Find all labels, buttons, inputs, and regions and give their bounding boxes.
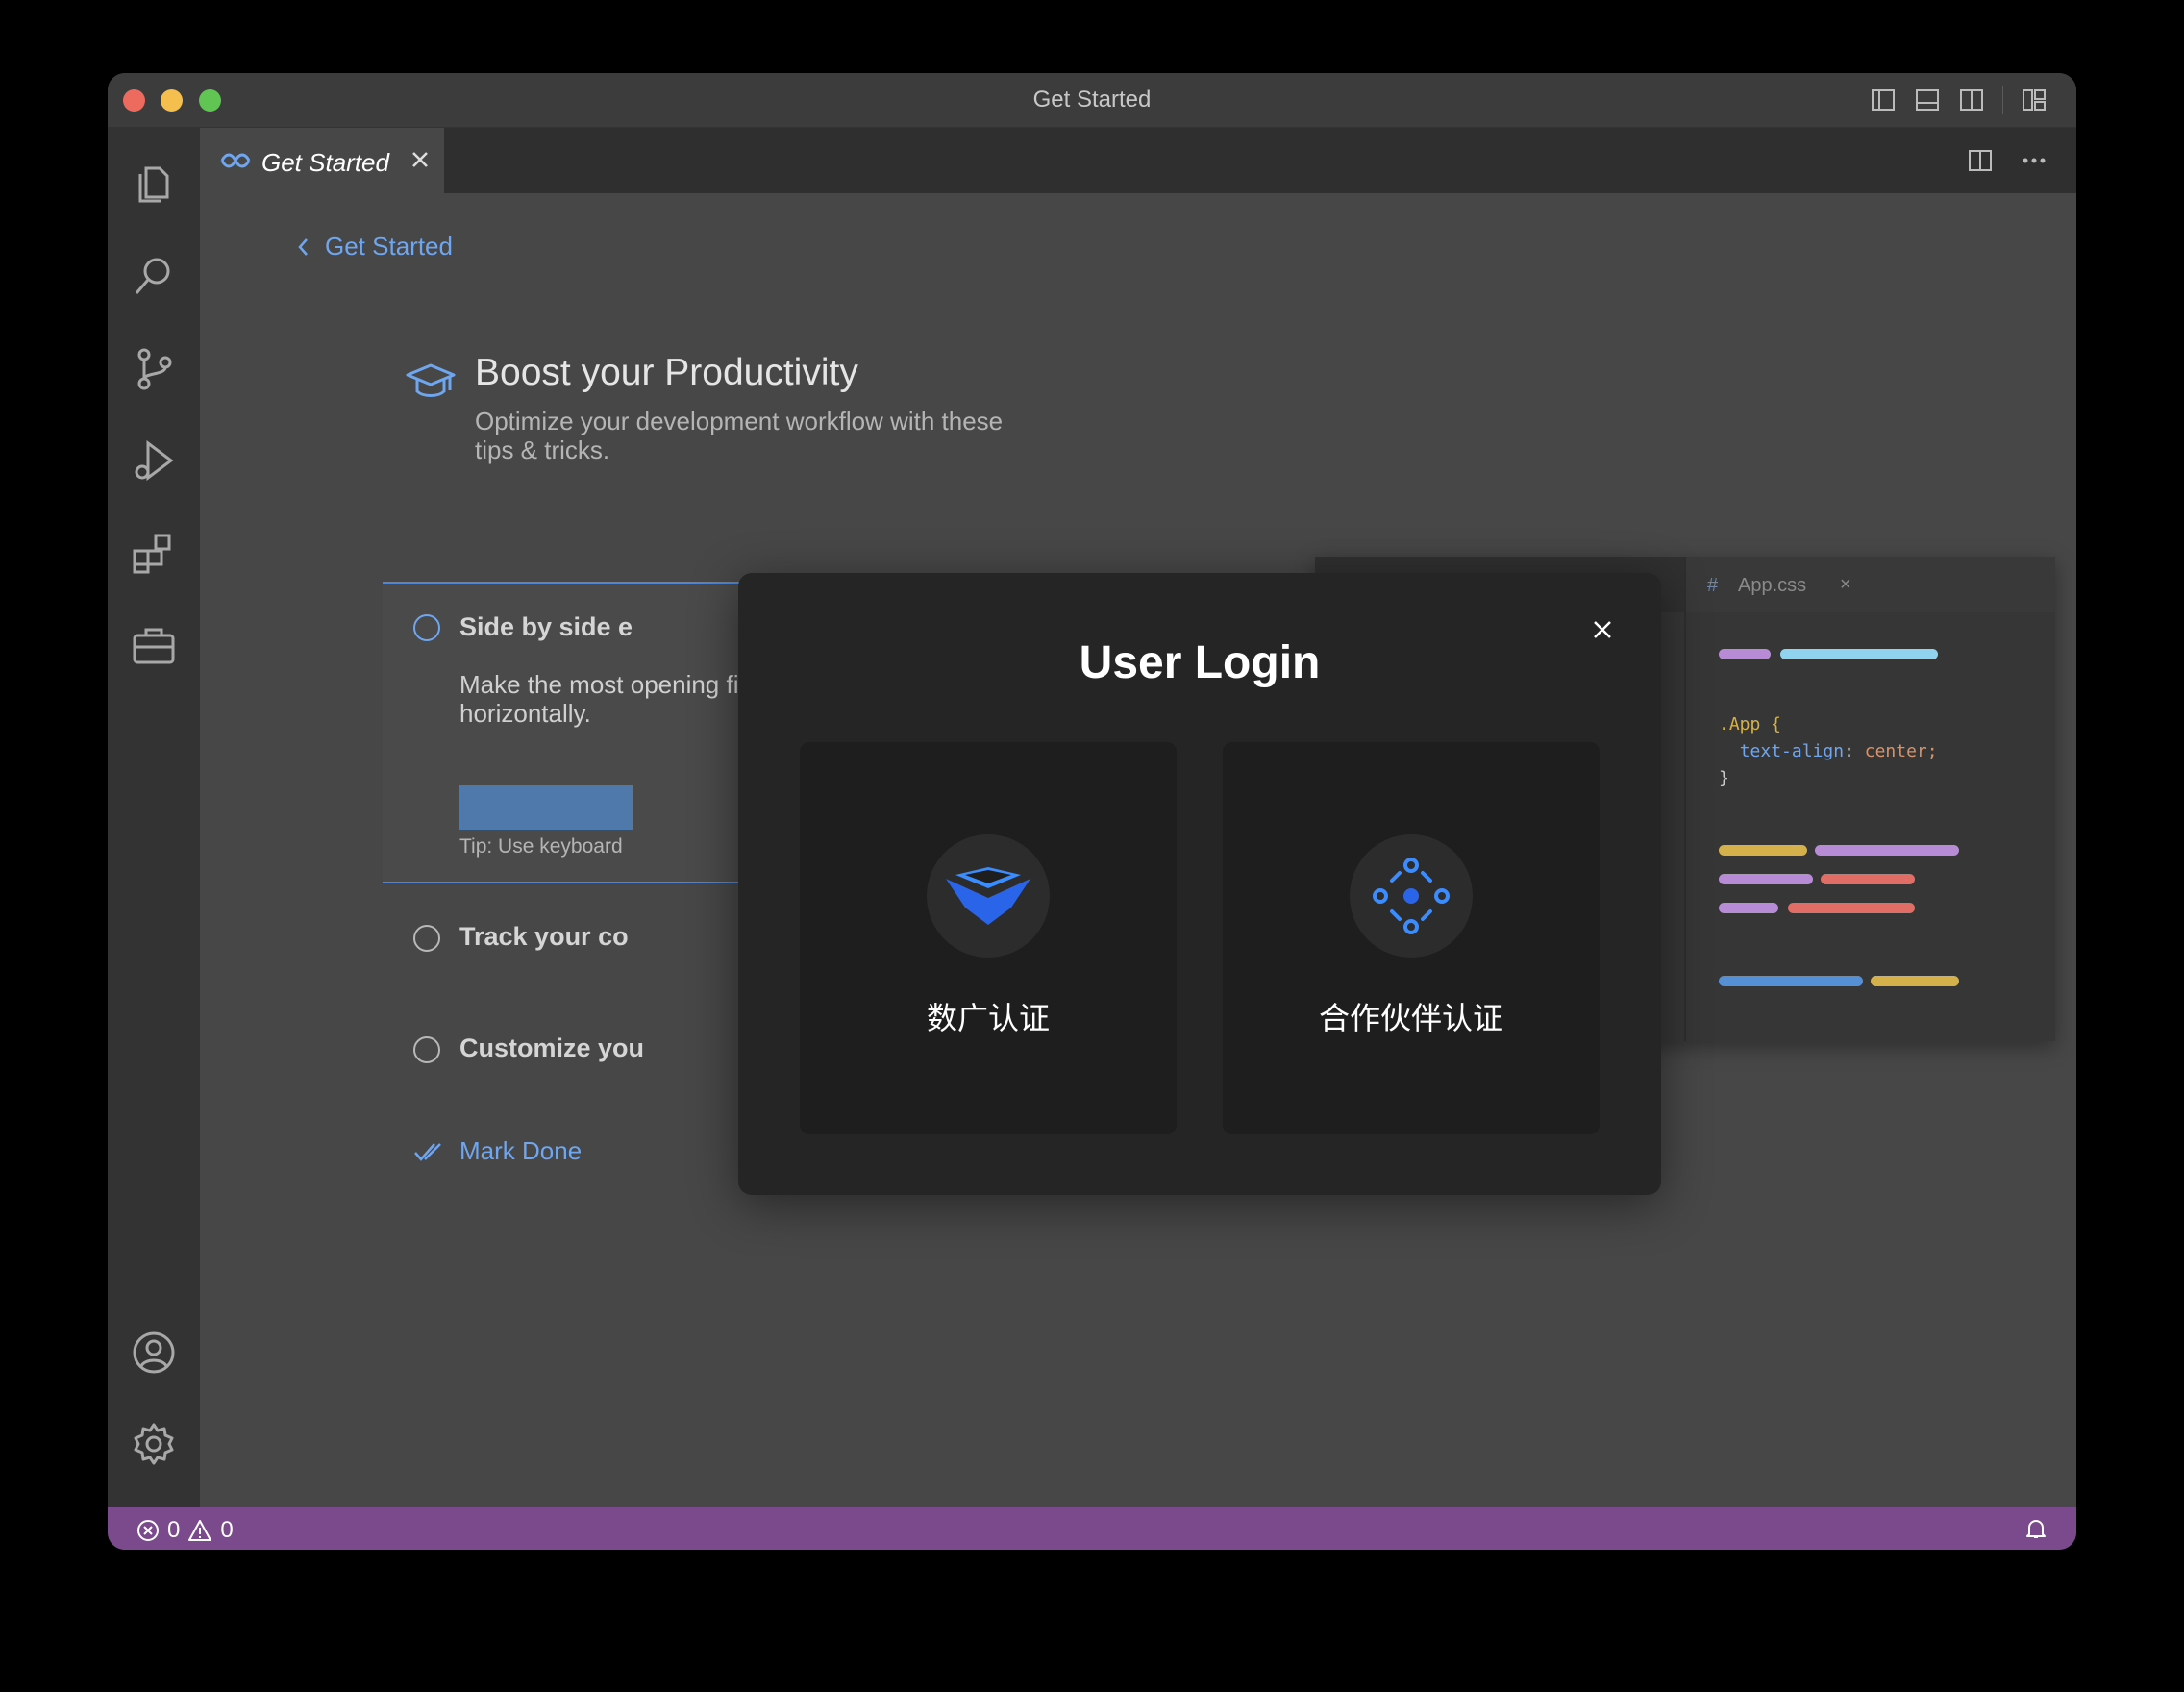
problems-indicator[interactable]: 0 0 <box>136 1517 234 1544</box>
toggle-panel-icon[interactable] <box>1914 87 1941 113</box>
tab-label: Get Started <box>261 148 389 177</box>
step-title: Track your co <box>459 922 629 951</box>
error-icon <box>137 1520 159 1541</box>
layout-controls <box>1870 86 2048 114</box>
more-actions-icon[interactable] <box>2021 147 2048 174</box>
section-title: Boost your Productivity <box>475 352 858 393</box>
toolbox-icon[interactable] <box>131 622 177 668</box>
option-icon-badge <box>927 834 1050 958</box>
toggle-secondary-sidebar-icon[interactable] <box>1958 87 1985 113</box>
code-bar <box>1871 976 1959 986</box>
tab-close-icon[interactable] <box>410 149 431 170</box>
source-control-icon[interactable] <box>131 345 177 391</box>
tab-get-started[interactable]: Get Started <box>200 128 444 193</box>
option-label: 数广认证 <box>926 1001 1050 1035</box>
mark-done-label: Mark Done <box>459 1136 583 1165</box>
preview-tab-close: × <box>1840 574 1851 595</box>
code-line: } <box>1719 768 1729 788</box>
code-bar <box>1719 903 1778 913</box>
code-bar <box>1719 874 1813 884</box>
code-bar <box>1815 845 1959 856</box>
code-line: text-align: center; <box>1739 741 1938 761</box>
back-link-label: Get Started <box>325 232 453 261</box>
toolbar-separator <box>2002 86 2003 114</box>
mark-done-link[interactable]: Mark Done <box>413 1136 582 1166</box>
login-option-shuguang[interactable]: 数广认证 <box>800 742 1177 1134</box>
vscode-logo-icon <box>220 153 251 168</box>
preview-split-divider <box>1684 557 1686 1041</box>
split-editor-icon[interactable] <box>1967 147 1994 174</box>
section-subtitle: Optimize your development workflow with … <box>475 407 1004 464</box>
title-bar: Get Started <box>108 73 2076 128</box>
double-check-icon <box>414 1142 441 1161</box>
option-label: 合作伙伴认证 <box>1318 1001 1503 1035</box>
close-icon[interactable] <box>1590 617 1615 642</box>
option-icon-badge <box>1350 834 1473 958</box>
dialog-title: User Login <box>1079 637 1321 688</box>
step-radio[interactable] <box>413 1036 440 1063</box>
code-bar <box>1719 845 1807 856</box>
mortarboard-icon <box>406 363 456 397</box>
code-bar <box>1780 649 1938 659</box>
preview-tab-hash: # <box>1707 575 1719 596</box>
code-bar <box>1719 976 1863 986</box>
account-icon[interactable] <box>131 1330 177 1376</box>
step-title: Side by side e <box>459 612 633 641</box>
step-title: Customize you <box>459 1033 645 1062</box>
status-bar: 0 0 <box>108 1507 2076 1550</box>
extensions-icon[interactable] <box>131 530 177 576</box>
activity-bar <box>108 128 200 1507</box>
chevron-left-icon <box>298 237 308 256</box>
settings-gear-icon[interactable] <box>131 1421 177 1467</box>
customize-layout-icon[interactable] <box>2021 87 2048 113</box>
partner-network-icon <box>1373 858 1450 934</box>
code-bar <box>1821 874 1915 884</box>
code-line: .App { <box>1719 714 1782 734</box>
code-bar <box>1788 903 1915 913</box>
user-login-dialog: User Login 数广认证 合作伙伴认证 <box>738 573 1661 1195</box>
warning-icon <box>188 1520 212 1541</box>
step-radio[interactable] <box>413 925 440 952</box>
error-count: 0 <box>167 1517 181 1543</box>
code-bar <box>1719 649 1771 659</box>
editor-actions <box>1967 147 2048 174</box>
run-debug-icon[interactable] <box>131 437 177 484</box>
step-action-button[interactable] <box>459 785 633 830</box>
back-to-get-started-link[interactable]: Get Started <box>296 232 453 261</box>
vscode-window: Get Started Get Started Get Started Boos… <box>108 73 2076 1550</box>
toggle-primary-sidebar-icon[interactable] <box>1870 87 1897 113</box>
step-radio[interactable] <box>413 614 440 641</box>
shield-chevron-icon <box>946 867 1030 925</box>
notifications-bell-icon[interactable] <box>2024 1517 2048 1540</box>
editor-tab-bar: Get Started <box>200 128 2076 193</box>
search-icon[interactable] <box>131 253 177 299</box>
preview-tab-label: App.css <box>1738 575 1807 596</box>
step-tip: Tip: Use keyboard <box>459 835 623 858</box>
window-title: Get Started <box>1032 87 1152 112</box>
explorer-icon[interactable] <box>131 161 177 207</box>
login-option-partner[interactable]: 合作伙伴认证 <box>1223 742 1600 1134</box>
warning-count: 0 <box>220 1517 234 1543</box>
